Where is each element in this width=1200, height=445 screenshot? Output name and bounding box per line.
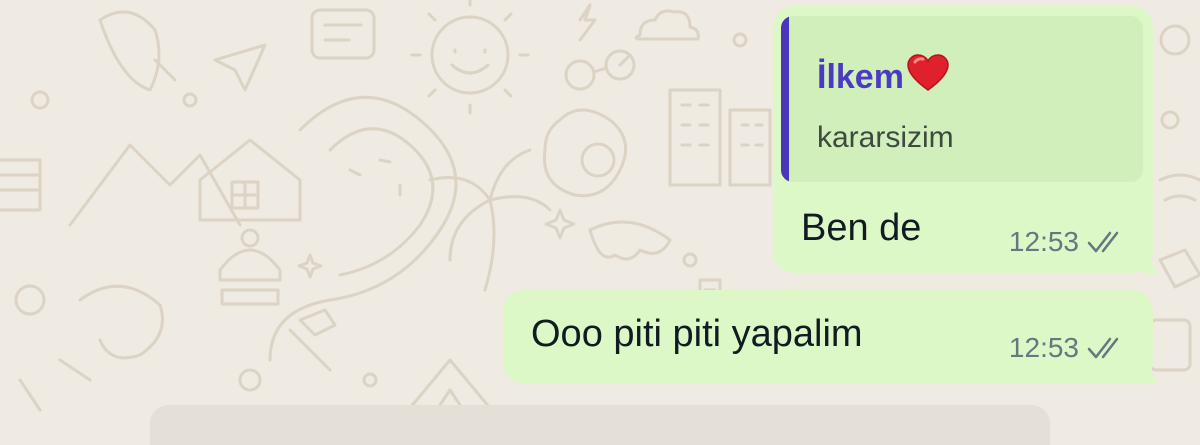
quoted-author-name: İlkem [817,58,904,96]
quoted-message[interactable]: İlkem kararsizim [781,16,1143,182]
quote-accent-bar [781,16,789,182]
quoted-text: kararsizim [817,121,954,154]
heart-icon [906,54,950,101]
message-time: 12:53 [1008,332,1079,363]
message-text: Ooo piti piti yapalim [531,313,863,355]
bubble-tail [1141,362,1159,384]
bubble-tail [1141,251,1159,273]
message-meta: 12:53 [1009,226,1129,258]
input-bar-edge [150,405,1050,445]
message-text: Ben de [801,207,922,249]
message-meta: 12:53 [1009,332,1129,364]
quoted-author: İlkem [817,54,950,101]
outgoing-message-bubble[interactable]: İlkem kararsizim Ben de 12:53 [773,6,1159,273]
outgoing-message-bubble[interactable]: Ooo piti piti yapalim 12:53 [503,290,1159,384]
double-check-icon [1087,231,1119,253]
double-check-icon [1087,337,1119,359]
message-time: 12:53 [1008,226,1079,257]
